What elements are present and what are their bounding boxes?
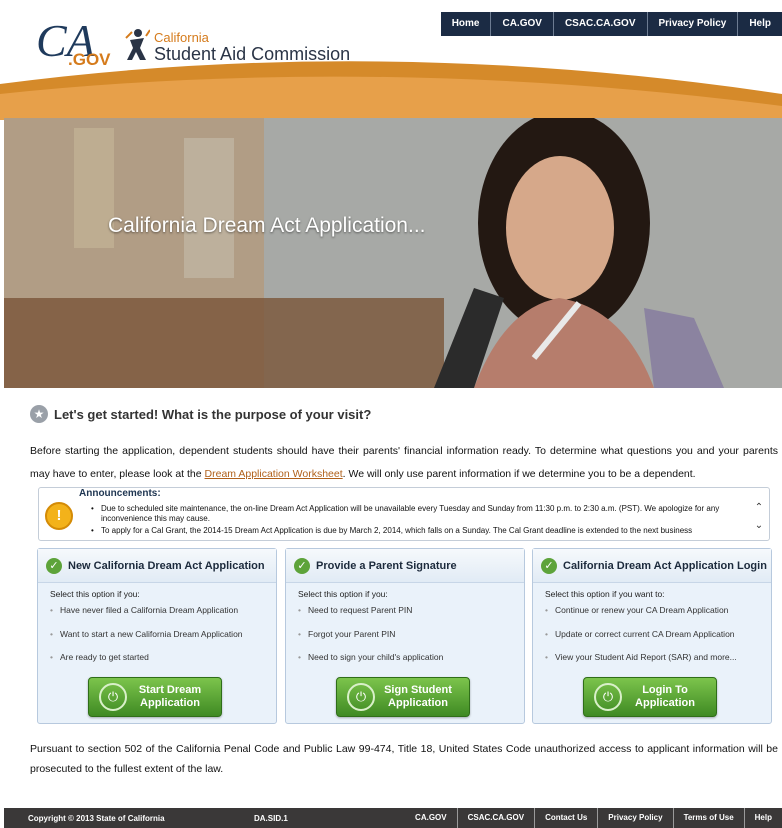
list-item: Have never filed a California Dream Appl… [50,605,243,629]
button-label-line2: Application [140,697,200,709]
button-label-line1: Sign Student [384,684,452,696]
nav-csac-link[interactable]: CSAC.CA.GOV [552,12,647,36]
card-header: ✓ California Dream Act Application Login [533,549,771,583]
footer-navigation: CA.GOV CSAC.CA.GOV Contact Us Privacy Po… [405,808,782,828]
power-icon: ⏻ [99,683,127,711]
button-label: Sign Student Application [375,684,469,710]
check-icon: ✓ [294,557,310,574]
announcements-list: Due to scheduled site maintenance, the o… [91,504,751,538]
star-icon: ★ [30,405,48,423]
start-dream-application-button[interactable]: ⏻ Start Dream Application [88,677,222,717]
check-icon: ✓ [541,557,557,574]
intro-paragraph: Before starting the application, depende… [30,440,778,486]
power-icon: ⏻ [347,683,375,711]
button-label-line2: Application [388,697,448,709]
button-label-line2: Application [635,697,695,709]
footer-terms-link[interactable]: Terms of Use [672,808,744,828]
list-item: Update or correct current CA Dream Appli… [545,629,737,653]
card-subtitle: Select this option if you: [50,589,140,599]
announcements-title: Announcements: [79,488,161,499]
card-list: Continue or renew your CA Dream Applicat… [545,605,737,676]
footer-cagov-link[interactable]: CA.GOV [405,808,457,828]
login-to-application-button[interactable]: ⏻ Login To Application [583,677,717,717]
list-item: Need to request Parent PIN [298,605,443,629]
nav-help-link[interactable]: Help [737,12,782,36]
button-label: Login To Application [622,684,716,710]
nav-cagov-link[interactable]: CA.GOV [490,12,552,36]
footer-contact-link[interactable]: Contact Us [534,808,597,828]
site-header: CA .GOV California Student Aid Commissio… [0,0,782,120]
application-login-card: ✓ California Dream Act Application Login… [532,548,772,724]
check-icon: ✓ [46,557,62,574]
button-label: Start Dream Application [127,684,221,710]
card-list: Need to request Parent PIN Forgot your P… [298,605,443,676]
hero-photo [4,118,782,388]
footer-help-link[interactable]: Help [743,808,782,828]
dream-worksheet-link[interactable]: Dream Application Worksheet [205,468,343,480]
footer-privacy-link[interactable]: Privacy Policy [597,808,672,828]
button-label-line1: Start Dream [138,684,202,696]
hero-title: California Dream Act Application... [108,214,426,237]
announcement-item: To apply for a Cal Grant, the 2014-15 Dr… [91,526,751,536]
card-list: Have never filed a California Dream Appl… [50,605,243,676]
card-subtitle: Select this option if you: [298,589,388,599]
document-id: DA.SID.1 [254,813,288,823]
list-item: View your Student Aid Report (SAR) and m… [545,652,737,676]
list-item: Are ready to get started [50,652,243,676]
warning-icon: ! [45,502,73,530]
list-item: Need to sign your child's application [298,652,443,676]
scroll-up-button[interactable]: ⌃ [753,502,765,514]
card-title: New California Dream Act Application [68,559,265,572]
footer-csac-link[interactable]: CSAC.CA.GOV [456,808,534,828]
hero-banner: California Dream Act Application... [4,118,782,388]
top-navigation: Home CA.GOV CSAC.CA.GOV Privacy Policy H… [440,12,782,36]
sign-student-application-button[interactable]: ⏻ Sign Student Application [336,677,470,717]
list-item: Continue or renew your CA Dream Applicat… [545,605,737,629]
card-header: ✓ New California Dream Act Application [38,549,276,583]
copyright-text: Copyright © 2013 State of California [28,813,165,823]
list-item: Forgot your Parent PIN [298,629,443,653]
parent-signature-card: ✓ Provide a Parent Signature Select this… [285,548,525,724]
card-subtitle: Select this option if you want to: [545,589,665,599]
card-title: California Dream Act Application Login [563,559,767,572]
button-label-line1: Login To [642,684,688,696]
start-heading-text: Let's get started! What is the purpose o… [54,406,372,422]
card-title: Provide a Parent Signature [316,559,457,572]
power-icon: ⏻ [594,683,622,711]
legal-notice: Pursuant to section 502 of the Californi… [30,743,778,775]
announcements-box: ! Announcements: Due to scheduled site m… [38,487,770,541]
nav-privacy-link[interactable]: Privacy Policy [646,12,738,36]
nav-home-link[interactable]: Home [441,12,491,36]
intro-text-after: . We will only use parent information if… [342,468,696,480]
card-header: ✓ Provide a Parent Signature [286,549,524,583]
list-item: Want to start a new California Dream App… [50,629,243,653]
start-heading: ★ Let's get started! What is the purpose… [30,405,371,423]
announcement-item: Due to scheduled site maintenance, the o… [91,504,751,524]
scroll-down-button[interactable]: ⌄ [753,520,765,532]
site-footer: Copyright © 2013 State of California DA.… [4,808,782,828]
csac-name-line1: California [154,30,209,45]
new-application-card: ✓ New California Dream Act Application S… [37,548,277,724]
header-swoosh [0,61,782,120]
